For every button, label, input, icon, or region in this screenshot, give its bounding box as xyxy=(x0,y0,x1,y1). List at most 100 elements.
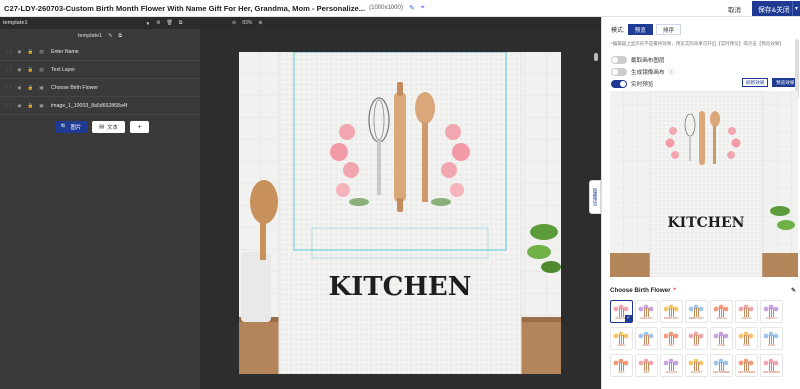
canvas-toolbar: ⊖ 83% ⊕ xyxy=(200,17,601,29)
month-label: SEPTEMBER xyxy=(737,370,756,374)
mode-label: 模式: xyxy=(611,28,625,34)
month-label: MARCH xyxy=(766,316,777,320)
add-text-button[interactable]: ▤ 文本 xyxy=(92,121,125,133)
toggle-switch[interactable] xyxy=(611,67,627,76)
preview-hint: *编辑器上显示的不是最终效果，预览实际效果可开启【实时预览】或点击【预览效果】 xyxy=(611,41,784,46)
add-more-button[interactable]: + xyxy=(130,121,149,133)
flower-option[interactable]: JUNE xyxy=(735,327,758,350)
flower-option[interactable]: MAY xyxy=(660,327,683,350)
layer-row[interactable]: ⋮⋮ ◉ 🔒 ▣ Choose Birth Flower xyxy=(0,79,200,97)
eye-icon[interactable]: ◉ xyxy=(14,85,25,91)
trash-icon[interactable]: 🗑 xyxy=(167,20,173,26)
link-icon[interactable]: ⌖ xyxy=(421,4,425,12)
flower-option[interactable]: MAY xyxy=(685,327,708,350)
month-label: APRIL xyxy=(642,343,651,347)
settings-icon[interactable]: ⚙ xyxy=(156,20,160,26)
lock-icon[interactable]: 🔒 xyxy=(25,85,36,91)
template-tab[interactable]: template1 xyxy=(3,20,28,26)
drag-handle-icon[interactable]: ⋮⋮ xyxy=(3,85,14,91)
cancel-button[interactable]: 取消 xyxy=(728,4,741,14)
refresh-effect-button[interactable]: 刷新效果 xyxy=(742,78,769,87)
toggle-switch[interactable] xyxy=(611,79,627,88)
month-label: FEBRUARY xyxy=(663,316,680,320)
eye-icon[interactable]: ◉ xyxy=(14,67,25,73)
lock-icon[interactable]: 🔒 xyxy=(25,49,36,55)
month-label: JULY xyxy=(618,370,625,374)
drag-handle-icon[interactable]: ⋮⋮ xyxy=(3,103,14,109)
flower-option[interactable]: JUNE xyxy=(710,327,733,350)
product-preview-image: KITCHEN xyxy=(610,91,798,277)
month-label: MAY xyxy=(668,343,675,347)
flower-option[interactable]: FEBRUARY xyxy=(660,300,683,323)
flower-option[interactable]: SEPTEMBER xyxy=(710,354,733,377)
toggle-switch[interactable] xyxy=(611,55,627,64)
template-selector[interactable]: template1 ▼ ⚙ 🗑 ⧉ xyxy=(0,17,200,29)
eye-icon[interactable]: ◉ xyxy=(14,49,25,55)
flower-option[interactable]: MARCH xyxy=(760,300,783,323)
layer-row[interactable]: ⋮⋮ ◉ 🔒 ▤ Enter Name xyxy=(0,43,200,61)
flower-option[interactable]: APRIL xyxy=(635,327,658,350)
month-label: SEPTEMBER xyxy=(712,370,731,374)
flower-option[interactable]: JUNE xyxy=(760,327,783,350)
save-close-button[interactable]: 保存&关闭 ▼ xyxy=(752,1,800,16)
layer-row[interactable]: ⋮⋮ ◉ 🔒 ▤ Text Layer xyxy=(0,61,200,79)
flower-option[interactable]: MARCH xyxy=(710,300,733,323)
toggle-live-preview[interactable]: 实时预览 xyxy=(611,79,653,88)
help-icon[interactable]: ⓘ xyxy=(669,68,675,76)
drag-handle-icon[interactable]: ⋮⋮ xyxy=(3,67,14,73)
zoom-in-icon[interactable]: ⊕ xyxy=(258,20,262,26)
towel-text: KITCHEN xyxy=(329,272,472,302)
tab-sort[interactable]: 排序 xyxy=(655,24,682,35)
flower-option[interactable]: AUGUST xyxy=(685,354,708,377)
preview-panel: 模式: 预览 排序 *编辑器上显示的不是最终效果，预览实际效果可开启【实时预览】… xyxy=(601,17,800,389)
flower-option[interactable]: JULY xyxy=(610,354,633,377)
month-label: JUNE xyxy=(717,343,726,347)
chevron-down-icon[interactable]: ▼ xyxy=(146,21,150,26)
edit-icon[interactable]: ✎ xyxy=(108,33,112,39)
page-title: C27-LDY-260703-Custom Birth Month Flower… xyxy=(4,3,366,13)
chevron-down-icon[interactable]: ▼ xyxy=(792,1,800,16)
zoom-out-icon[interactable]: ⊖ xyxy=(232,20,236,26)
toggle-mirror-canvas[interactable]: 生成镜像画布 ⓘ xyxy=(611,67,674,76)
flower-option[interactable]: FEBRUARY xyxy=(685,300,708,323)
flower-option[interactable]: AUGUST xyxy=(660,354,683,377)
flower-option[interactable]: APRIL xyxy=(610,327,633,350)
required-marker: * xyxy=(673,287,676,294)
image-layer-icon: ▣ xyxy=(39,102,44,108)
design-canvas[interactable]: KITCHEN xyxy=(239,52,561,374)
toggle-label: 实时预览 xyxy=(631,81,654,88)
month-label: MAY xyxy=(693,343,700,347)
flower-option[interactable]: JULY xyxy=(635,354,658,377)
flower-option[interactable]: JANUARY xyxy=(635,300,658,323)
template-heading: template1 ✎ ⧉ xyxy=(0,29,200,43)
checkmark-icon: ✓ xyxy=(625,315,632,322)
template-heading-label: template1 xyxy=(78,33,103,39)
edit-option-icon[interactable]: ✎ xyxy=(791,287,796,294)
edit-title-icon[interactable]: ✎ xyxy=(409,4,415,12)
hide-preview-label: 隐藏预览 xyxy=(593,188,598,206)
month-label: APRIL xyxy=(617,343,626,347)
flower-option[interactable]: SEPTEMBER xyxy=(735,354,758,377)
add-image-label: 图片 xyxy=(70,125,82,131)
lock-icon[interactable]: 🔒 xyxy=(25,67,36,73)
month-label: SEPTEMBER xyxy=(762,370,781,374)
flower-option[interactable]: SEPTEMBER xyxy=(760,354,783,377)
flower-option[interactable]: JANUARY ✓ xyxy=(610,300,633,323)
top-bar: C27-LDY-260703-Custom Birth Month Flower… xyxy=(0,0,800,17)
lock-icon[interactable]: 🔒 xyxy=(25,103,36,109)
flower-option[interactable]: MARCH xyxy=(735,300,758,323)
add-image-button[interactable]: 🔍 图片 xyxy=(55,121,87,133)
tab-preview[interactable]: 预览 xyxy=(627,24,653,35)
copy-icon[interactable]: ⧉ xyxy=(118,33,122,39)
eye-icon[interactable]: ◉ xyxy=(14,103,25,109)
add-layer-buttons: 🔍 图片 ▤ 文本 + xyxy=(55,121,200,133)
toggle-capture-layers[interactable]: 截取画布图层 xyxy=(611,55,665,64)
image-layer-icon: ▣ xyxy=(39,84,44,90)
hide-preview-tab[interactable]: 隐藏预览 xyxy=(589,180,601,214)
drag-handle-icon[interactable]: ⋮⋮ xyxy=(3,49,14,55)
panel-scrollbar[interactable] xyxy=(795,39,799,99)
month-label: MARCH xyxy=(716,316,727,320)
mode-switch: 模式: 预览 排序 xyxy=(611,24,682,35)
copy-icon[interactable]: ⧉ xyxy=(179,20,183,26)
layer-row[interactable]: ⋮⋮ ◉ 🔒 ▣ image_1_10003_8a5d652868a4f xyxy=(0,97,200,115)
